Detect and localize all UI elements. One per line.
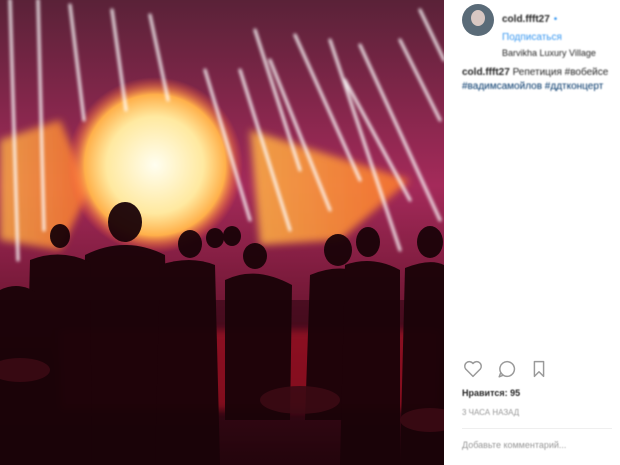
comment-input[interactable]: Добавьте комментарий... [462, 440, 566, 450]
action-bar [462, 358, 612, 382]
heart-icon[interactable] [462, 358, 484, 380]
comment-icon[interactable] [496, 358, 518, 380]
post-timestamp: 3 ЧАСА НАЗАД [462, 408, 520, 417]
post-side-panel: cold.ffft27 • Подписаться Barvikha Luxury… [444, 0, 620, 465]
caption-username[interactable]: cold.ffft27 [462, 67, 510, 78]
caption-hashtags[interactable]: #вадимсамойлов #ддтконцерт [462, 81, 603, 92]
bookmark-icon[interactable] [528, 358, 550, 380]
post-caption: cold.ffft27 Репетиция #вобейсе #вадимсам… [462, 66, 612, 94]
divider [462, 428, 612, 429]
stage-sun [67, 77, 243, 253]
likes-count[interactable]: Нравится: 95 [462, 388, 520, 398]
post-photo[interactable] [0, 0, 444, 465]
concert-scene [0, 0, 444, 465]
post-header: cold.ffft27 • Подписаться Barvikha Luxury… [462, 4, 612, 58]
username-link[interactable]: cold.ffft27 [502, 14, 550, 25]
avatar[interactable] [462, 4, 494, 36]
location-link[interactable]: Barvikha Luxury Village [502, 48, 617, 58]
caption-text: Репетиция #вобейсе [512, 67, 609, 78]
